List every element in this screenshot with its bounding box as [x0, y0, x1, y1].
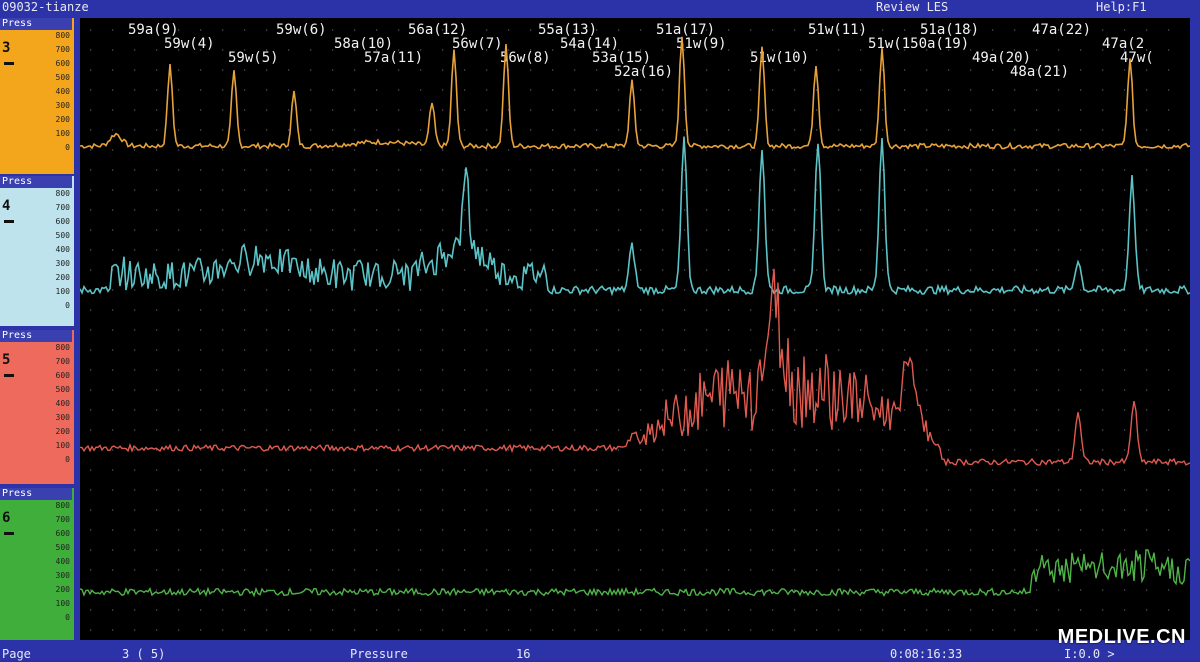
review-mode[interactable]: Review LES: [876, 0, 948, 14]
channel-6-scale: 800 700 600 500 400 300 200 100 0: [55, 501, 70, 622]
watermark-logo: MEDLIVE.CN: [1057, 626, 1186, 648]
pressure-traces[interactable]: 59a(9) 59w(6) 56a(12) 55a(13) 51a(17) 51…: [80, 18, 1190, 640]
channel-4-scale: 800 700 600 500 400 300 200 100 0: [55, 189, 70, 310]
status-bar: Page 3 ( 5) Pressure 16 0:08:16:33 I:0.0…: [0, 644, 1200, 661]
swallow-label: 51w(150a(19): [868, 36, 969, 52]
channel-5-trace: [80, 268, 1190, 467]
channel-5-tab[interactable]: Press: [0, 330, 72, 342]
channel-5-number: 5: [2, 352, 11, 368]
channel-4-trace: [80, 136, 1190, 297]
channel-5-panel[interactable]: Press 5 800 700 600 500 400 300 200 100 …: [0, 330, 74, 484]
channel-4-number: 4: [2, 198, 11, 214]
channel-6-number: 6: [2, 510, 11, 526]
channel-6-trace: [80, 549, 1190, 598]
channel-4-panel[interactable]: Press 4 800 700 600 500 400 300 200 100 …: [0, 176, 74, 326]
swallow-label: 47w(: [1120, 50, 1154, 66]
grid-dot-pattern: [90, 29, 1170, 631]
channel-4-tab[interactable]: Press: [0, 176, 72, 188]
swallow-label: 56w(7): [452, 36, 503, 52]
swallow-label: 51w(11): [808, 22, 867, 38]
grid-dots: [90, 29, 1170, 631]
channel-3-scale: 800 700 600 500 400 300 200 100 0: [55, 31, 70, 152]
swallow-label: 59w(5): [228, 50, 279, 66]
channel-6-panel[interactable]: Press 6 800 700 600 500 400 300 200 100 …: [0, 488, 74, 640]
swallow-label: 59w(4): [164, 36, 215, 52]
swallow-label: 48a(21): [1010, 64, 1069, 80]
channel-5-marker: [4, 374, 14, 377]
swallow-label: 57a(11): [364, 50, 423, 66]
swallow-labels: 59a(9) 59w(6) 56a(12) 55a(13) 51a(17) 51…: [128, 22, 1154, 80]
channel-3-marker: [4, 62, 14, 65]
channel-6-marker: [4, 532, 14, 535]
title-bar: 09032-tianze Review LES Help:F1: [0, 0, 1200, 14]
channel-3-number: 3: [2, 40, 11, 56]
channel-6-tab[interactable]: Press: [0, 488, 72, 500]
swallow-label: 51w(10): [750, 50, 809, 66]
pressure-plot-area[interactable]: 59a(9) 59w(6) 56a(12) 55a(13) 51a(17) 51…: [80, 18, 1190, 640]
swallow-label: 47a(22): [1032, 22, 1091, 38]
swallow-label: 59w(6): [276, 22, 327, 38]
help-hint[interactable]: Help:F1: [1096, 0, 1147, 14]
channel-5-scale: 800 700 600 500 400 300 200 100 0: [55, 343, 70, 464]
channel-4-marker: [4, 220, 14, 223]
study-name: 09032-tianze: [2, 0, 89, 14]
channel-3-panel[interactable]: Press 3 800 700 600 500 400 300 200 100 …: [0, 18, 74, 174]
swallow-label: 52a(16): [614, 64, 673, 80]
app-window: 09032-tianze Review LES Help:F1 Press 3 …: [0, 0, 1200, 661]
channel-3-tab[interactable]: Press: [0, 18, 72, 30]
